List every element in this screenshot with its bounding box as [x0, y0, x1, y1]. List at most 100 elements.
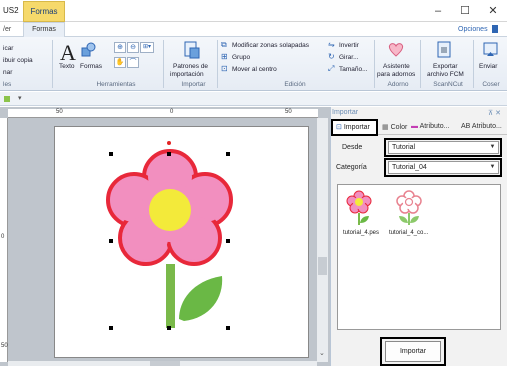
selection-handle[interactable] — [109, 326, 113, 330]
grupo-button[interactable]: Grupo — [232, 54, 250, 61]
tab-importar[interactable]: ⊡ Importar — [331, 119, 378, 136]
hand-tool-icon[interactable]: ✋ — [114, 57, 126, 68]
zoom-fit-icon[interactable]: ⊞▾ — [140, 42, 154, 53]
rotation-handle[interactable] — [167, 141, 171, 145]
vertical-scrollbar[interactable] — [317, 118, 328, 362]
scanncut-group-label: ScanNCut — [433, 81, 463, 88]
tab-color-label: Color — [390, 124, 408, 131]
selection-handle[interactable] — [167, 152, 171, 156]
import-tab-icon: ⊡ — [336, 124, 344, 131]
quick-dropdown-icon[interactable]: ▾ — [18, 94, 22, 102]
heart-icon[interactable] — [387, 41, 405, 58]
quick-access-bar — [0, 92, 507, 106]
import-patterns-label-2[interactable]: importación — [170, 71, 204, 78]
group-separator — [52, 40, 53, 88]
import-patterns-label-1[interactable]: Patrones de — [173, 63, 208, 70]
export-fcm-label-2[interactable]: archivo FCM — [427, 71, 464, 78]
rotate-icon[interactable]: ↻ — [328, 52, 335, 61]
clipboard-item-2[interactable]: ibuir copia — [3, 57, 33, 64]
herramientas-group-label: Herramientas — [96, 81, 136, 88]
horizontal-scroll-thumb[interactable] — [150, 361, 180, 366]
group-separator — [163, 40, 164, 88]
vertical-scroll-thumb[interactable] — [318, 257, 327, 275]
girar-button[interactable]: Girar... — [339, 54, 359, 61]
group-separator — [217, 40, 218, 88]
ruler-label: 0 — [1, 234, 5, 240]
mover-centro-button[interactable]: Mover al centro — [232, 66, 277, 73]
center-icon[interactable]: ⊡ — [221, 64, 228, 73]
edicion-group-label: Edición — [284, 81, 306, 88]
flip-icon[interactable]: ⇋ — [328, 40, 335, 49]
flower-stem — [166, 264, 175, 328]
close-button[interactable]: ✕ — [483, 3, 503, 19]
tab-opciones[interactable]: Opciones — [458, 26, 488, 33]
stitch-attribute-icon: ▬ — [411, 123, 420, 130]
categoria-value: Tutorial_04 — [392, 164, 427, 171]
import-patterns-icon[interactable] — [183, 41, 200, 59]
minimize-button[interactable]: – — [428, 3, 448, 19]
invertir-button[interactable]: Invertir — [339, 42, 359, 49]
desde-value: Tutorial — [392, 144, 416, 151]
tab-vista[interactable]: /er — [3, 26, 11, 33]
overlap-icon[interactable]: ⧉ — [221, 40, 227, 50]
tab-atributo-1[interactable]: ▬ Atributo... — [411, 123, 450, 130]
zoom-out-icon[interactable]: ⊖ — [127, 42, 139, 53]
text-tool-label[interactable]: Texto — [59, 63, 75, 70]
asistente-label-2[interactable]: para adornos — [377, 71, 415, 78]
tamano-button[interactable]: Tamaño... — [339, 66, 368, 73]
categoria-label: Categoría — [336, 164, 367, 171]
color-tab-icon: ▦ — [382, 124, 391, 131]
flower-design[interactable] — [54, 126, 309, 358]
clipboard-item-3[interactable]: nar — [3, 69, 12, 76]
ruler-label: 50 — [56, 109, 63, 115]
tab-formas[interactable]: Formas — [23, 22, 65, 38]
help-icon[interactable] — [492, 25, 498, 33]
selection-handle[interactable] — [226, 326, 230, 330]
ribbon-tab-bar — [0, 22, 507, 37]
selection-handle[interactable] — [109, 239, 113, 243]
import-button[interactable]: Importar — [385, 341, 441, 362]
export-fcm-label-1[interactable]: Exportar — [433, 63, 458, 70]
selection-handle[interactable] — [109, 152, 113, 156]
pattern-thumbnail-outline-flower[interactable] — [396, 190, 422, 226]
categoria-select[interactable]: Tutorial_04 ▼ — [388, 161, 499, 174]
asistente-label-1[interactable]: Asistente — [383, 63, 410, 70]
selection-handle[interactable] — [226, 239, 230, 243]
ruler-label: 50 — [1, 343, 8, 349]
shapes-tool-icon[interactable] — [81, 42, 96, 57]
modificar-zonas-button[interactable]: Modificar zonas solapadas — [232, 42, 309, 49]
importar-group-label: Importar — [181, 81, 206, 88]
context-tab-formas[interactable]: Formas — [23, 1, 65, 22]
pattern-thumbnail-flower[interactable] — [346, 190, 372, 226]
enviar-label[interactable]: Enviar — [479, 63, 497, 70]
group-separator — [374, 40, 375, 88]
coser-group-label: Coser — [482, 81, 500, 88]
ruler-vertical — [0, 118, 8, 362]
pattern-item-label[interactable]: tutorial_4_co... — [389, 230, 428, 236]
selection-handle[interactable] — [226, 152, 230, 156]
flower-center — [149, 189, 191, 231]
flower-leaf — [179, 276, 223, 321]
scroll-down-arrow[interactable]: ⌄ — [319, 349, 325, 357]
zoom-in-icon[interactable]: ⊕ — [114, 42, 126, 53]
group-separator — [473, 40, 474, 88]
shapes-tool-label[interactable]: Formas — [80, 63, 102, 70]
group-icon[interactable]: ⊞ — [221, 52, 228, 61]
pattern-item-label[interactable]: tutorial_4.pes — [343, 230, 379, 236]
quick-color-icon[interactable] — [4, 96, 10, 102]
desde-label: Desde — [342, 144, 363, 151]
selection-handle[interactable] — [167, 326, 171, 330]
panel-pin-close-icon[interactable]: ⊼ ✕ — [488, 109, 501, 117]
send-icon[interactable] — [482, 41, 499, 59]
resize-icon[interactable]: ⤢ — [328, 64, 334, 74]
clipboard-item-1[interactable]: icar — [3, 45, 13, 52]
ruler-label: 50 — [285, 109, 292, 115]
desde-select[interactable]: Tutorial ▼ — [388, 141, 499, 154]
tab-color[interactable]: ▦ Color — [382, 123, 407, 131]
tab-importar-label: Importar — [343, 124, 370, 131]
tab-atributo-2[interactable]: AB Atributo... — [461, 123, 502, 130]
maximize-button[interactable]: ☐ — [455, 3, 475, 19]
export-fcm-icon[interactable] — [436, 41, 453, 59]
measure-tool-icon[interactable]: ⌒ — [127, 57, 139, 68]
adorno-group-label: Adorno — [387, 81, 409, 88]
